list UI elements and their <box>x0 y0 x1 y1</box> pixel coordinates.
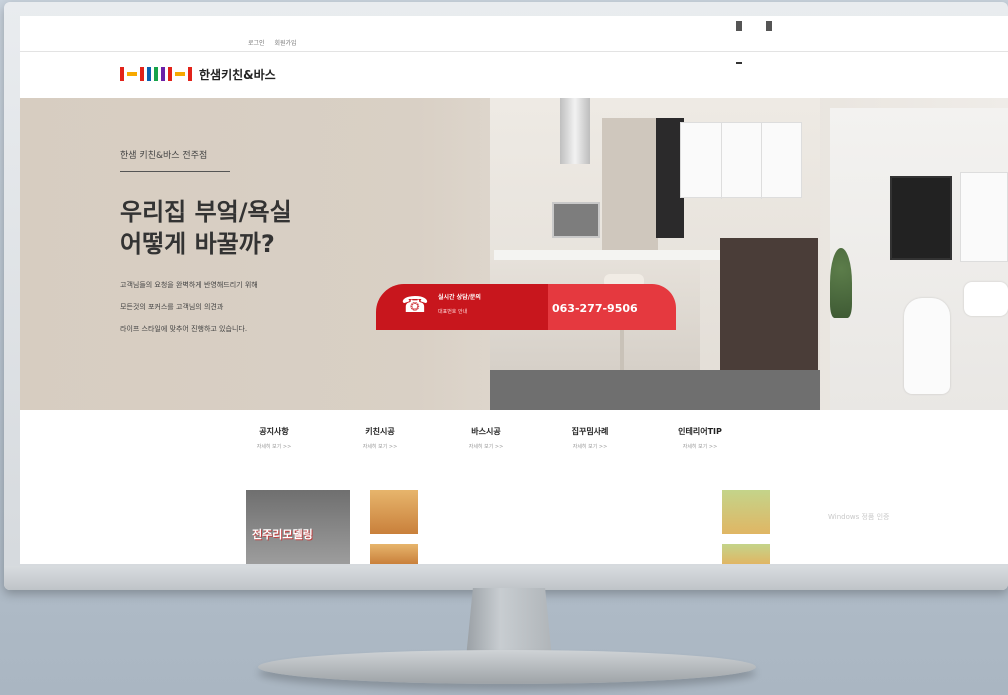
logo-bar <box>188 67 192 81</box>
nav-item-title: 공지사항 <box>259 427 289 436</box>
signup-link[interactable]: 회원가입 <box>274 40 296 47</box>
built-in-oven <box>552 202 600 238</box>
monitor-bezel <box>4 566 1008 590</box>
bathroom-shelf <box>890 176 952 260</box>
utility-links: 로그인 회원가입 <box>248 38 305 47</box>
monitor-stand-base <box>258 650 756 684</box>
nav-item-bath[interactable]: 바스시공 자세히 보기 >> <box>446 426 526 450</box>
hero-desc-line: 고객님들의 요청을 완벽하게 반영해드리기 위해 <box>120 281 258 289</box>
logo-bar <box>147 67 151 81</box>
utility-bar: 로그인 회원가입 <box>20 16 1008 52</box>
call-label: 실시간 상담/문의 <box>438 294 481 301</box>
nav-item-title: 바스시공 <box>471 427 501 436</box>
utility-button-2[interactable] <box>766 21 772 31</box>
utility-right-links <box>702 38 730 44</box>
hero-title: 우리집 부엌/욕실 어떻게 바꿀까? <box>120 196 292 260</box>
nav-item-more[interactable]: 자세히 보기 >> <box>446 443 526 450</box>
nav-item-cases[interactable]: 집꾸밈사례 자세히 보기 >> <box>550 426 630 450</box>
site-header: 한샘키친&바스 <box>20 52 1008 98</box>
news-thumbnail[interactable] <box>370 490 418 534</box>
hero-description: 고객님들의 요청을 완벽하게 반영해드리기 위해 모든것의 포커스를 고객님의 … <box>120 274 258 340</box>
nav-item-notice[interactable]: 공지사항 자세히 보기 >> <box>234 426 314 450</box>
logo-bar <box>120 67 124 81</box>
phone-icon: ☎ <box>401 293 429 318</box>
bathroom-sink <box>964 282 1008 316</box>
logo-bar <box>168 67 172 81</box>
logo-bar <box>140 67 144 81</box>
utility-button-1[interactable] <box>736 21 742 31</box>
call-number[interactable]: 063-277-9506 <box>552 302 638 315</box>
news-thumbnail[interactable] <box>722 490 770 534</box>
hero-desc-line: 모든것의 포커스를 고객님의 의견과 <box>120 303 224 311</box>
section-nav: 공지사항 자세히 보기 >> 키친시공 자세히 보기 >> 바스시공 자세히 보… <box>20 426 1008 466</box>
nav-item-kitchen[interactable]: 키친시공 자세히 보기 >> <box>340 426 420 450</box>
nav-item-more[interactable]: 자세히 보기 >> <box>234 443 314 450</box>
monitor-stand-neck <box>466 588 552 658</box>
hero-subtitle: 한샘 키친&바스 전주점 <box>120 148 230 172</box>
kitchen-upper-cabinet <box>680 122 802 199</box>
nav-item-title: 인테리어TIP <box>678 427 722 436</box>
logo-bar <box>154 67 158 81</box>
logo-bar <box>161 67 165 81</box>
toilet <box>904 298 950 394</box>
plant <box>830 248 852 318</box>
logo-bar <box>175 72 185 76</box>
brand-logo[interactable]: 한샘키친&바스 <box>120 65 276 83</box>
hero-title-line: 어떻게 바꿀까? <box>120 230 275 258</box>
call-sub-label: 대표번호 안내 <box>438 309 468 315</box>
windows-activation-watermark: Windows 정품 인증 <box>828 513 890 521</box>
range-hood <box>560 98 590 164</box>
hero-title-line: 우리집 부엌/욕실 <box>120 198 292 226</box>
nav-item-more[interactable]: 자세히 보기 >> <box>660 443 740 450</box>
bathroom-mirror <box>960 172 1008 262</box>
nav-item-title: 집꾸밈사례 <box>571 427 609 436</box>
hero-desc-line: 라이프 스타일에 맞추어 진행하고 있습니다. <box>120 325 248 333</box>
nav-item-tips[interactable]: 인테리어TIP 자세히 보기 >> <box>660 426 740 450</box>
hero-banner: 한샘 키친&바스 전주점 우리집 부엌/욕실 어떻게 바꿀까? 고객님들의 요청… <box>20 98 1008 410</box>
address-badge <box>736 62 742 64</box>
monitor-screen: 로그인 회원가입 한샘키친&바스 한샘 키친&바스 전주점 우리집 부엌/욕실 … <box>20 16 1008 564</box>
nav-item-more[interactable]: 자세히 보기 >> <box>340 443 420 450</box>
brand-name: 한샘키친&바스 <box>199 67 276 82</box>
login-link[interactable]: 로그인 <box>248 40 265 47</box>
nav-item-more[interactable]: 자세히 보기 >> <box>550 443 630 450</box>
kitchen-tall-cabinet <box>602 118 658 270</box>
news-thumbnail[interactable] <box>370 544 418 564</box>
featured-thumbnail[interactable]: 전주리모델링 <box>246 490 350 564</box>
kitchen-floor <box>490 370 820 410</box>
nav-item-title: 키친시공 <box>365 427 395 436</box>
featured-label: 전주리모델링 <box>252 528 313 541</box>
news-thumbnail[interactable] <box>722 544 770 564</box>
logo-bar <box>127 72 137 76</box>
